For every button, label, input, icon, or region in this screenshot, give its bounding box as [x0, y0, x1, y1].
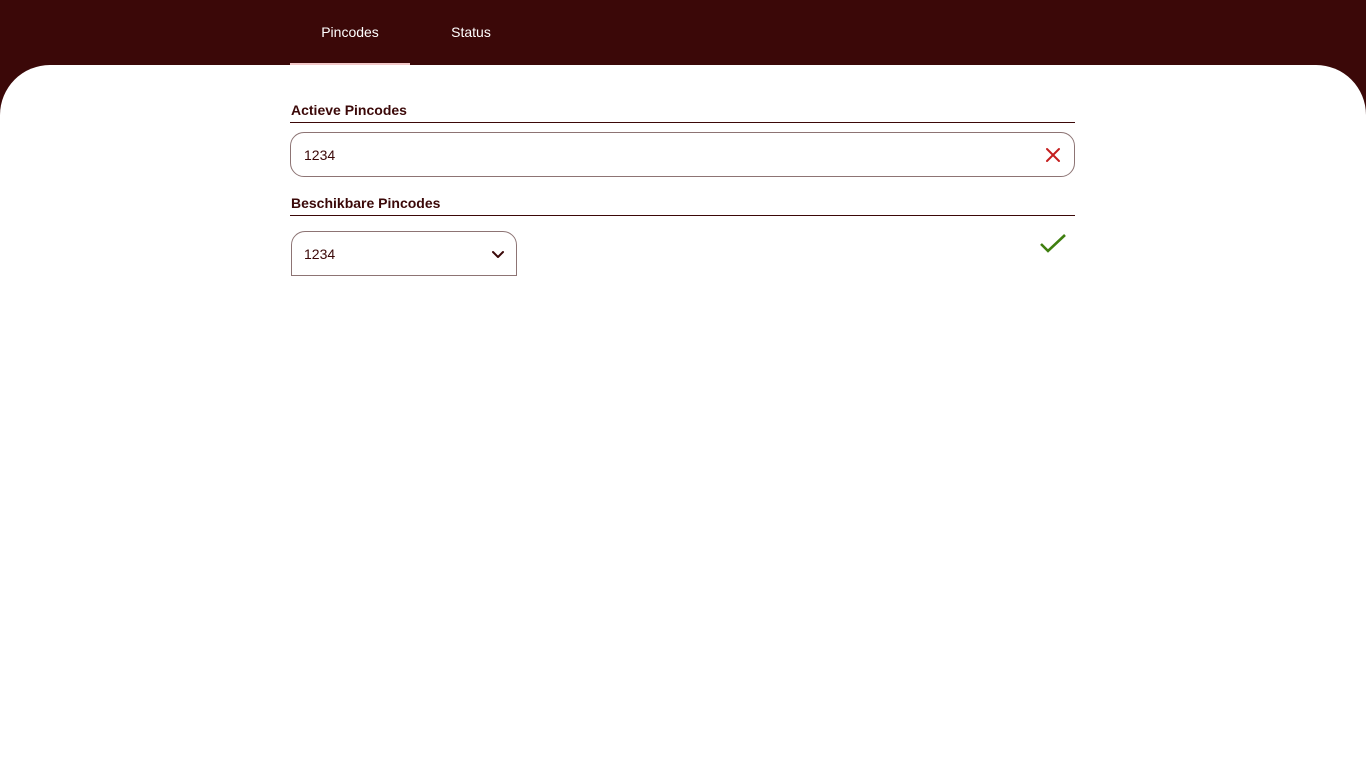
active-pincodes-title: Actieve Pincodes: [290, 102, 1075, 123]
active-pincode-row: 1234: [290, 132, 1075, 177]
tab-bar: Pincodes Status: [290, 0, 532, 65]
confirm-pincode-button[interactable]: [1039, 231, 1067, 257]
active-pincode-value: 1234: [304, 146, 336, 163]
tab-status-label: Status: [451, 23, 491, 40]
tab-pincodes-label: Pincodes: [321, 23, 379, 40]
main-panel: Actieve Pincodes 1234 Beschikbare Pincod…: [0, 65, 1366, 768]
tab-status[interactable]: Status: [410, 0, 532, 65]
pincode-select[interactable]: 1234: [291, 231, 517, 276]
remove-pincode-button[interactable]: [1042, 144, 1064, 166]
check-icon: [1040, 234, 1066, 253]
available-pincodes-title: Beschikbare Pincodes: [290, 195, 1075, 216]
top-bar: Pincodes Status: [0, 0, 1366, 65]
close-icon: [1046, 148, 1060, 162]
tab-pincodes[interactable]: Pincodes: [290, 0, 410, 65]
pincode-select-value: 1234: [304, 245, 336, 262]
chevron-down-icon: [492, 251, 504, 258]
